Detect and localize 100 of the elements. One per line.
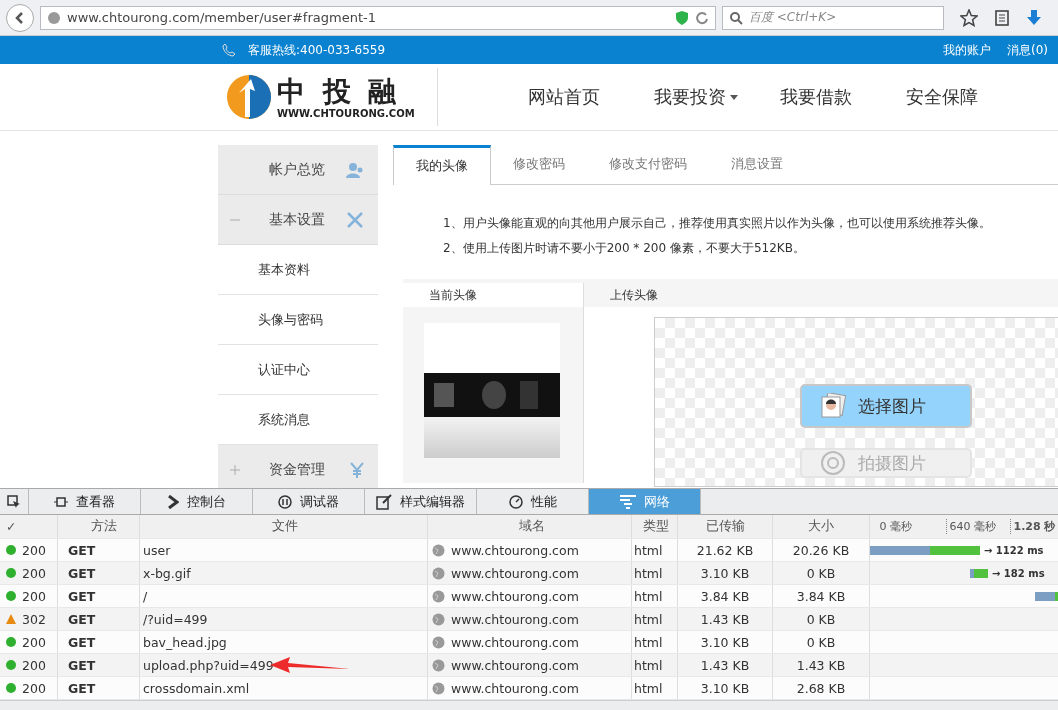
column-header[interactable]: ✓ <box>0 515 58 538</box>
globe-icon <box>432 566 445 580</box>
status-dot <box>6 683 16 693</box>
tab[interactable]: 我的头像 <box>393 145 491 185</box>
panel-title: 上传头像 <box>584 283 1058 307</box>
users-icon <box>346 161 364 178</box>
logo-icon <box>225 73 273 121</box>
table-cell: www.chtourong.com <box>451 657 579 673</box>
hotline-text: 客服热线:400-033-6559 <box>248 41 386 59</box>
timing-bar <box>970 569 988 578</box>
table-cell: 1.43 KB <box>773 654 870 676</box>
table-cell: www.chtourong.com <box>451 634 579 650</box>
status-code: 302 <box>22 611 46 627</box>
timeline-tick: 1.28 秒 <box>1009 519 1056 534</box>
globe-icon <box>432 543 445 557</box>
table-cell: html <box>632 654 678 676</box>
table-cell: 1.43 KB <box>678 608 773 630</box>
phone-icon <box>222 43 236 57</box>
timing-label: → 182 ms <box>992 567 1045 579</box>
status-code: 200 <box>22 542 46 558</box>
table-cell: www.chtourong.com <box>451 542 579 558</box>
column-header[interactable]: 方法 <box>58 515 140 538</box>
status-code: 200 <box>22 634 46 650</box>
pause-icon <box>278 494 292 509</box>
upload-button[interactable]: 选择图片 <box>800 384 972 428</box>
back-button[interactable] <box>6 3 34 32</box>
note-text: 1、用户头像能直观的向其他用户展示自己，推荐使用真实照片以作为头像，也可以使用系统推荐头像。 <box>443 215 992 232</box>
nav-link[interactable]: 网站首页 <box>528 85 654 109</box>
table-cell: GET <box>58 562 140 584</box>
download-icon[interactable] <box>1026 8 1042 27</box>
panel-title: 当前头像 <box>403 283 583 307</box>
warning-triangle <box>6 614 16 624</box>
bookmarks-icon[interactable] <box>994 8 1010 27</box>
column-header[interactable]: 文件 <box>140 515 428 538</box>
table-cell: GET <box>58 654 140 676</box>
table-cell: 3.10 KB <box>678 677 773 699</box>
table-cell: 0 KB <box>773 631 870 653</box>
photo-icon <box>820 393 846 419</box>
status-dot <box>6 568 16 578</box>
search-field[interactable]: 百度 <Ctrl+K> <box>722 5 944 30</box>
caret-icon <box>730 94 738 100</box>
tab[interactable]: 消息设置 <box>709 145 805 185</box>
globe-icon <box>432 589 445 603</box>
status-dot <box>6 591 16 601</box>
sidebar-item[interactable]: 头像与密码 <box>218 295 378 345</box>
column-header[interactable]: 类型 <box>632 515 678 538</box>
table-cell: 3.10 KB <box>678 562 773 584</box>
plus-icon <box>230 464 240 475</box>
top-link[interactable]: 我的账户 <box>943 41 991 59</box>
nav-link[interactable]: 我要借款 <box>780 85 906 109</box>
column-header[interactable]: 已传输 <box>678 515 773 538</box>
table-cell: user <box>143 542 171 558</box>
sidebar-section[interactable]: 基本设置 <box>218 195 378 245</box>
nav-link[interactable]: 安全保障 <box>906 85 1032 109</box>
nav-link[interactable]: 我要投资 <box>654 85 780 109</box>
gauge-icon <box>508 494 523 509</box>
address-bar[interactable]: www.chtourong.com/member/user#fragment-1 <box>40 5 716 30</box>
table-cell: GET <box>58 585 140 607</box>
network-icon <box>619 494 636 509</box>
logo-subtitle: WWW.CHTOURONG.COM <box>277 107 415 119</box>
pick-icon <box>7 494 21 509</box>
column-header[interactable]: 域名 <box>428 515 632 538</box>
table-cell: html <box>632 677 678 699</box>
reload-icon[interactable] <box>695 10 709 25</box>
globe-icon <box>47 10 61 25</box>
sidebar-item[interactable]: 认证中心 <box>218 345 378 395</box>
table-cell: 3.84 KB <box>773 585 870 607</box>
table-cell: www.chtourong.com <box>451 565 579 581</box>
column-header[interactable]: 大小 <box>773 515 870 538</box>
table-cell: html <box>632 608 678 630</box>
status-code: 200 <box>22 680 46 696</box>
table-cell: www.chtourong.com <box>451 588 579 604</box>
table-cell: 3.10 KB <box>678 631 773 653</box>
timing-label: → 1122 ms <box>984 544 1044 556</box>
table-cell: html <box>632 631 678 653</box>
table-cell: / <box>143 588 148 604</box>
status-dot <box>6 660 16 670</box>
globe-icon <box>432 658 445 672</box>
tab[interactable]: 修改密码 <box>491 145 587 185</box>
table-cell: 21.62 KB <box>678 539 773 561</box>
timing-bar <box>1035 592 1058 601</box>
table-cell: x-bg.gif <box>143 565 191 581</box>
sidebar-item[interactable]: 基本资料 <box>218 245 378 295</box>
top-link[interactable]: 消息(0) <box>1007 41 1048 59</box>
edit-icon <box>376 493 392 510</box>
table-cell: 0 KB <box>773 608 870 630</box>
table-cell: /?uid=499 <box>143 611 208 627</box>
camera-icon <box>820 450 846 476</box>
star-icon[interactable] <box>960 8 978 27</box>
tab[interactable]: 修改支付密码 <box>587 145 709 185</box>
table-cell: GET <box>58 677 140 699</box>
sidebar-section[interactable]: 帐户总览 <box>218 145 378 195</box>
table-cell: GET <box>58 631 140 653</box>
shield-icon[interactable] <box>675 9 689 26</box>
url-text: www.chtourong.com/member/user#fragment-1 <box>67 10 377 25</box>
table-cell: www.chtourong.com <box>451 611 579 627</box>
table-cell: GET <box>58 608 140 630</box>
table-cell: 0 KB <box>773 562 870 584</box>
sidebar-section[interactable]: 资金管理 <box>218 445 378 488</box>
logo-text: 中 投 融 <box>277 75 402 108</box>
